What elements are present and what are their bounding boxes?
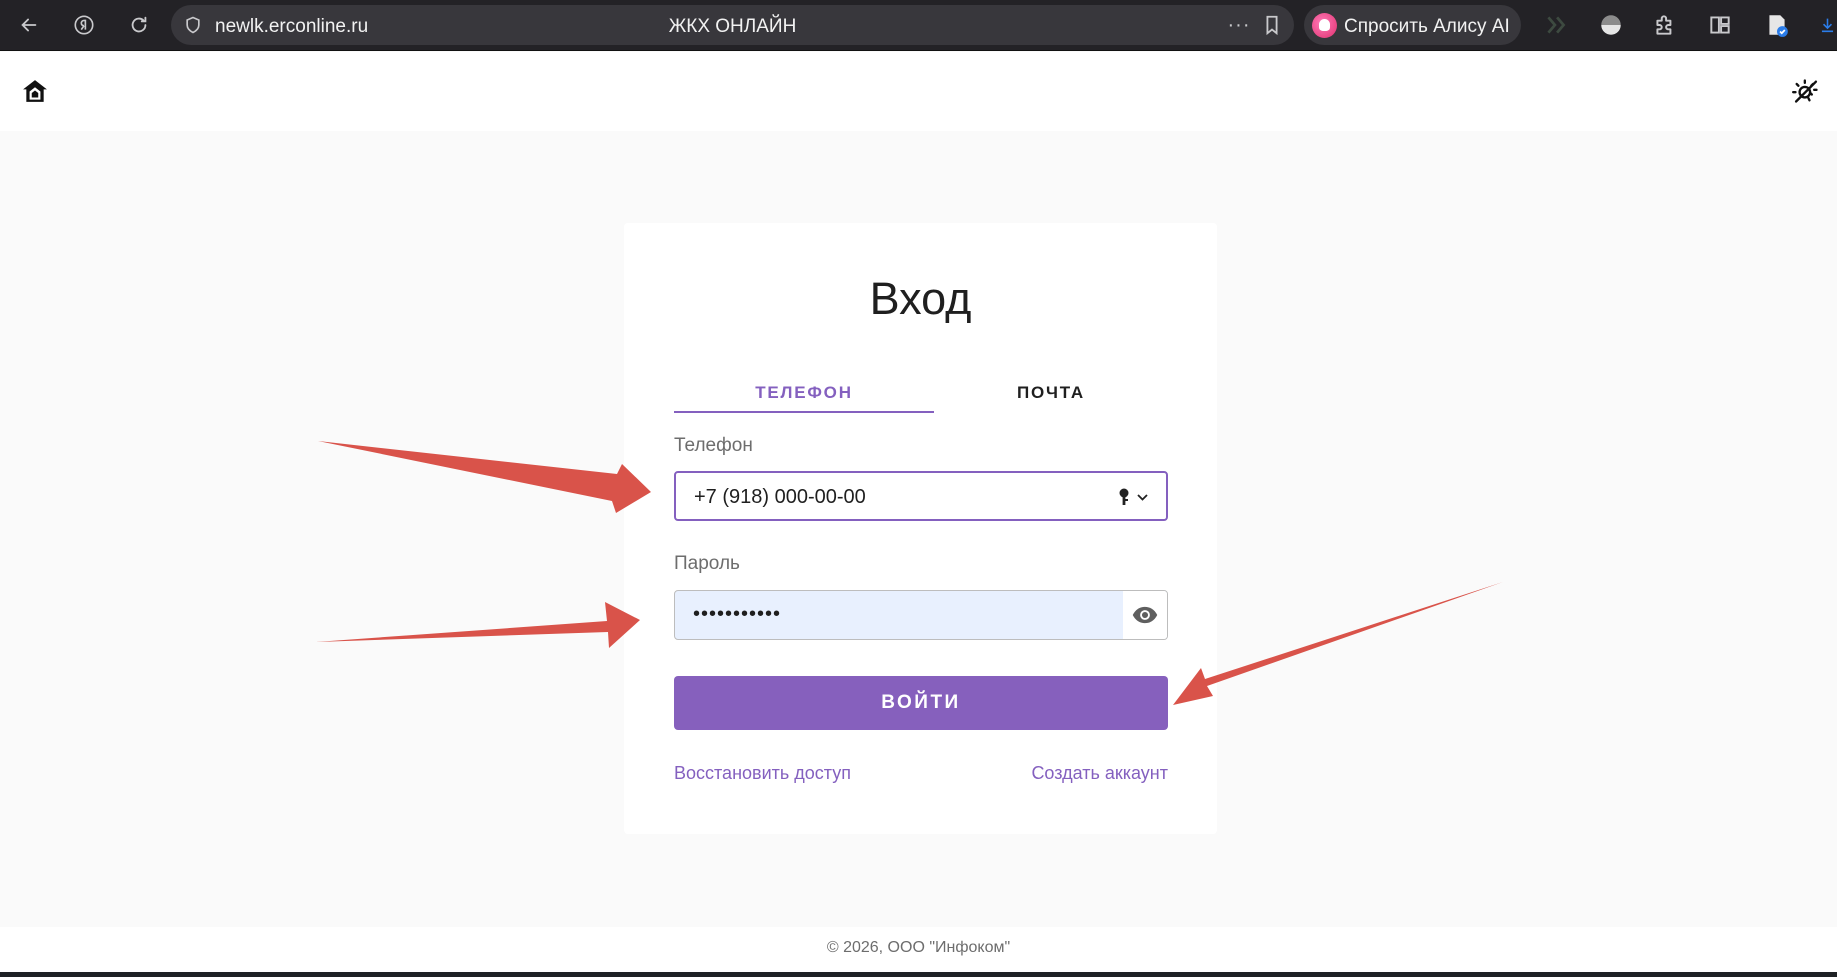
- phone-input[interactable]: +7 (918) 000-00-00: [674, 471, 1168, 521]
- restore-access-link[interactable]: Восстановить доступ: [674, 763, 851, 784]
- phone-value[interactable]: +7 (918) 000-00-00: [694, 486, 866, 509]
- eye-icon[interactable]: [1123, 591, 1167, 639]
- taskbar-edge: [0, 972, 1837, 977]
- reload-icon[interactable]: [122, 8, 156, 42]
- bookmark-icon[interactable]: [1261, 14, 1283, 36]
- password-value[interactable]: •••••••••••: [693, 603, 781, 626]
- theme-toggle-icon[interactable]: [1792, 77, 1820, 105]
- browser-toolbar: newlk.erconline.ru ЖКХ ОНЛАЙН ··· Спроси…: [0, 0, 1837, 51]
- login-title: Вход: [869, 273, 972, 324]
- extension-logo-icon[interactable]: [1541, 10, 1571, 40]
- active-tab-indicator: [674, 411, 934, 413]
- downloads-icon[interactable]: [1818, 10, 1837, 40]
- shield-icon[interactable]: [183, 15, 203, 35]
- site-header: [0, 52, 1837, 131]
- alice-button[interactable]: Спросить Алису AI: [1304, 5, 1521, 45]
- phone-label: Телефон: [674, 435, 753, 456]
- alice-icon: [1312, 13, 1337, 38]
- back-icon[interactable]: [12, 8, 46, 42]
- yandex-icon[interactable]: [67, 8, 101, 42]
- puzzle-icon[interactable]: [1650, 10, 1680, 40]
- home-icon[interactable]: [22, 78, 48, 104]
- login-button[interactable]: ВОЙТИ: [674, 676, 1168, 730]
- tab-mail[interactable]: ПОЧТА: [921, 373, 1181, 413]
- create-account-link[interactable]: Создать аккаунт: [1031, 763, 1168, 784]
- chevron-down-icon: [1137, 494, 1148, 501]
- url-text[interactable]: newlk.erconline.ru: [215, 16, 368, 38]
- address-bar[interactable]: newlk.erconline.ru ЖКХ ОНЛАЙН ···: [171, 5, 1294, 45]
- shield-extension-icon[interactable]: [1705, 10, 1735, 40]
- arrow-to-login-button: [1173, 582, 1503, 705]
- page-footer: © 2026, ООО "Инфоком": [0, 927, 1837, 972]
- password-label: Пароль: [674, 553, 740, 574]
- more-icon[interactable]: ···: [1225, 11, 1253, 39]
- login-card: Вход ТЕЛЕФОН ПОЧТА Телефон +7 (918) 000-…: [624, 223, 1217, 834]
- copyright-text: © 2026, ООО "Инфоком": [826, 939, 1011, 956]
- extension-disk-icon[interactable]: [1596, 10, 1626, 40]
- arrow-to-password-field: [316, 602, 640, 648]
- tab-phone[interactable]: ТЕЛЕФОН: [674, 373, 934, 413]
- key-icon[interactable]: [1116, 487, 1152, 507]
- download-file-icon[interactable]: [1762, 10, 1792, 40]
- alice-label: Спросить Алису AI: [1344, 16, 1510, 37]
- password-input[interactable]: •••••••••••: [674, 590, 1168, 640]
- arrow-to-phone-field: [318, 441, 651, 513]
